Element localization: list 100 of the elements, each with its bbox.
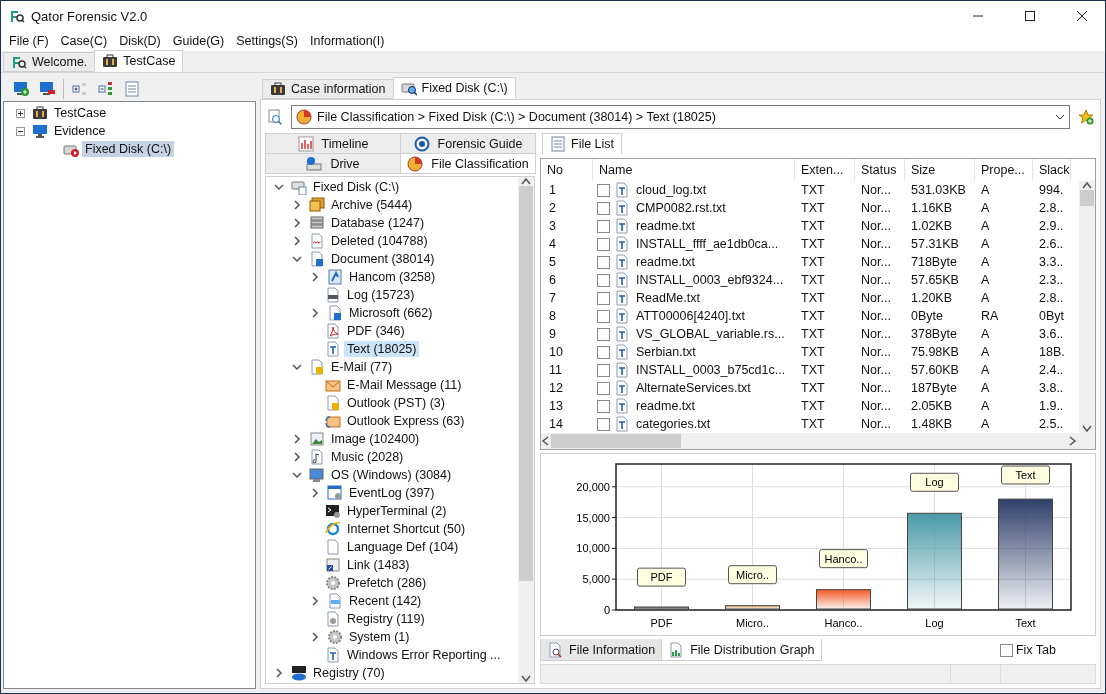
table-cell-text: 6 — [548, 273, 557, 287]
menu-item[interactable]: Disk(D) — [113, 34, 167, 48]
table-cell-text: 2.8.. — [1038, 201, 1065, 215]
tick-label: 10,000 — [576, 542, 610, 555]
table-cell-text: A — [980, 417, 991, 431]
menu-item[interactable]: Information(I) — [304, 34, 391, 48]
tree-item[interactable]: Document (38014) — [328, 251, 438, 267]
table-cell-text: 4 — [548, 237, 557, 251]
tree-item[interactable]: E-Mail Message (11) — [344, 377, 465, 393]
table-cell-text: 11 — [548, 363, 563, 377]
tree-item[interactable]: Database (1247) — [328, 215, 428, 231]
table-cell-text: Nor... — [860, 345, 892, 359]
tree-item[interactable]: Outlook Express (63) — [344, 413, 468, 429]
tree-item[interactable]: Recent (142) — [346, 593, 425, 609]
file-name: INSTALL_0003_ebf9324... — [635, 273, 784, 287]
nav-tab[interactable]: File Classification — [400, 153, 536, 174]
tree-item[interactable]: Fixed Disk (C:\) — [82, 141, 175, 157]
table-cell-text: 3 — [548, 219, 557, 233]
bottom-tab[interactable]: File Distribution Graph — [661, 639, 822, 661]
bottom-tab[interactable]: File Information — [540, 639, 663, 661]
tree-item[interactable]: Registry (70) — [310, 665, 388, 681]
table-cell-text: TXT — [800, 219, 826, 233]
table-cell-text: 378Byte — [910, 327, 958, 341]
fix-tab-checkbox[interactable]: Fix Tab — [999, 643, 1056, 657]
column-header[interactable]: Size — [905, 159, 975, 181]
table-cell-text: TXT — [800, 201, 826, 215]
file-list-tab[interactable]: File List — [542, 133, 623, 155]
file-name: ReadMe.txt — [635, 291, 700, 305]
tree-item[interactable]: System (1) — [346, 629, 413, 645]
tree-item[interactable]: Image (102400) — [328, 431, 423, 447]
table-cell-text: A — [980, 201, 991, 215]
tree-item[interactable]: E-Mail (77) — [328, 359, 396, 375]
table-cell-text: 3.8.. — [1038, 381, 1065, 395]
table-cell-text: 718Byte — [910, 255, 958, 269]
callout-label: PDF — [637, 567, 686, 587]
column-header[interactable]: Status — [855, 159, 905, 181]
nav-tab[interactable]: Timeline — [265, 133, 401, 154]
file-name: readme.txt — [635, 399, 696, 413]
column-header[interactable]: No — [541, 159, 593, 181]
tree-item[interactable]: Prefetch (286) — [344, 575, 430, 591]
tree-item[interactable]: Text (18025) — [344, 341, 420, 357]
table-cell-text: 2.8.. — [1038, 291, 1065, 305]
table-cell-text: 1.02KB — [910, 219, 953, 233]
tree-item[interactable]: Log (15723) — [344, 287, 418, 303]
callout-label: Hanco.. — [819, 549, 868, 569]
tree-item[interactable]: Music (2028) — [328, 449, 407, 465]
table-cell-text: Nor... — [860, 417, 892, 431]
breadcrumb-dropdown[interactable]: File Classification > Fixed Disk (C:\) > Document (38014) > Text (18025) — [291, 105, 1070, 129]
table-cell-text: 75.98KB — [910, 345, 960, 359]
menu-item[interactable]: File (F) — [3, 34, 55, 48]
tree-item[interactable]: HyperTerminal (2) — [344, 503, 450, 519]
nav-tab[interactable]: Forensic Guide — [400, 133, 536, 154]
table-cell-text: TXT — [800, 255, 826, 269]
file-name: categories.txt — [635, 417, 711, 431]
document-tab[interactable]: TestCase — [94, 50, 184, 72]
annotation: Text — [1015, 469, 1036, 481]
tree-item[interactable]: Registry (119) — [344, 611, 428, 627]
table-cell-text: Nor... — [860, 273, 892, 287]
table-cell-text: TXT — [800, 309, 826, 323]
tree-item[interactable]: Language Def (104) — [344, 539, 462, 555]
menu-item[interactable]: Case(C) — [54, 34, 114, 48]
column-header[interactable]: Prope... — [975, 159, 1033, 181]
column-header[interactable]: Exten... — [795, 159, 855, 181]
table-cell-text: A — [980, 381, 991, 395]
tree-item[interactable]: Microsoft (662) — [346, 305, 436, 321]
table-cell-text: 2.6.. — [1038, 237, 1065, 251]
tree-item[interactable]: Archive (5444) — [328, 197, 416, 213]
tree-item[interactable]: Windows Error Reporting ... — [344, 647, 504, 663]
tree-item[interactable]: Outlook (PST) (3) — [344, 395, 448, 411]
view-tab[interactable]: Case information — [262, 79, 394, 99]
menu-item[interactable]: Guide(G) — [166, 34, 231, 48]
tree-item[interactable]: Fixed Disk (C:\) — [310, 179, 403, 195]
document-tab[interactable]: Welcome. — [3, 52, 96, 72]
tree-item[interactable]: Hancom (3258) — [346, 269, 439, 285]
menu-item[interactable]: Settings(S) — [230, 34, 305, 48]
category-label: Log — [925, 617, 944, 629]
table-cell-text: TXT — [800, 399, 826, 413]
tick-label: 5,000 — [582, 573, 610, 586]
tree-item[interactable]: TestCase — [51, 105, 110, 121]
tree-item[interactable]: Deleted (104788) — [328, 233, 431, 249]
tree-item[interactable]: Internet Shortcut (50) — [344, 521, 469, 537]
tree-item[interactable]: EventLog (397) — [346, 485, 438, 501]
table-cell-text: TXT — [800, 417, 826, 431]
nav-tab[interactable]: Drive — [265, 153, 401, 174]
column-header[interactable]: Name — [593, 159, 795, 181]
tree-item[interactable]: Link (1483) — [344, 557, 413, 573]
table-cell-text: 8 — [548, 309, 557, 323]
column-header[interactable]: Slack — [1033, 159, 1071, 181]
table-cell-text: TXT — [800, 183, 826, 197]
tree-item[interactable]: OS (Windows) (3084) — [328, 467, 455, 483]
tree-item[interactable]: Evidence — [51, 123, 109, 139]
file-name: Serbian.txt — [635, 345, 696, 359]
tree-item[interactable]: PDF (346) — [344, 323, 408, 339]
file-name: CMP0082.rst.txt — [635, 201, 726, 215]
annotation: Log — [925, 476, 944, 489]
view-tab[interactable]: Fixed Disk (C:\) — [392, 77, 516, 99]
annotation: Hanco.. — [824, 552, 863, 565]
table-cell-text: 1 — [548, 183, 557, 197]
table-cell-text: 2.3.. — [1038, 273, 1065, 287]
table-cell-text: 994. — [1038, 183, 1065, 197]
